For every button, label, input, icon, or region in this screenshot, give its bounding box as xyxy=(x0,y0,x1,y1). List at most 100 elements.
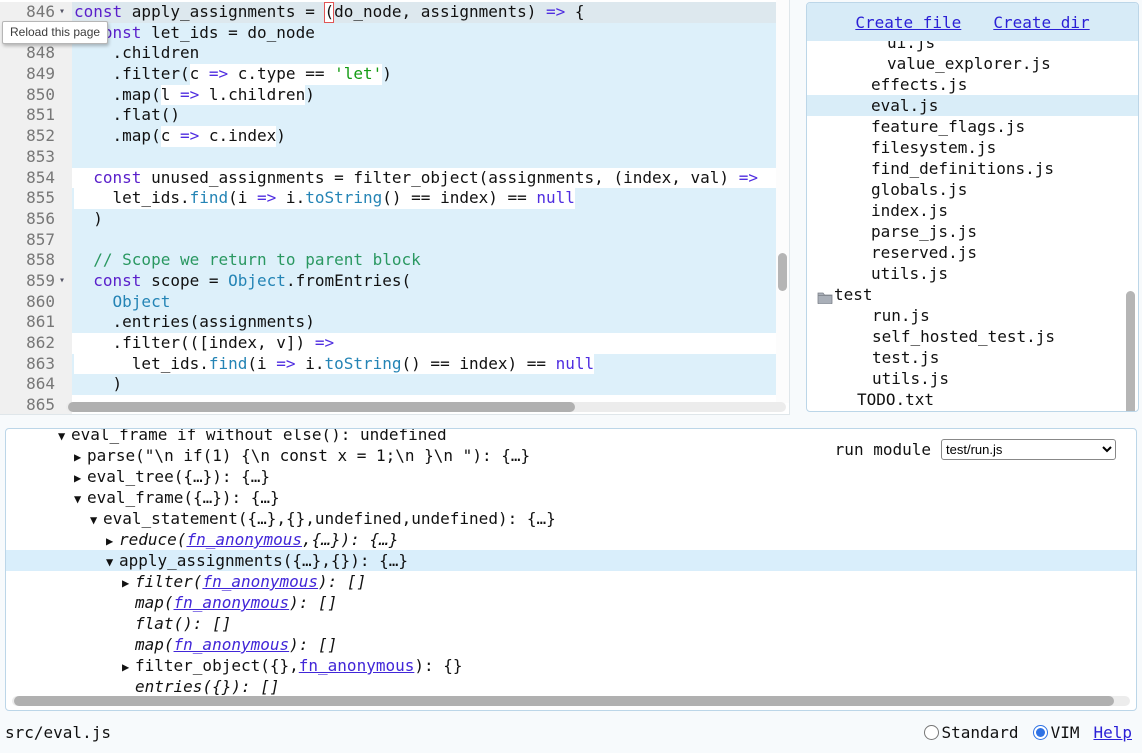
run-module-label: run module xyxy=(835,440,931,459)
code-line[interactable]: 863 let_ids.find(i => i.toString() == in… xyxy=(0,354,789,375)
file-name: parse_js.js xyxy=(871,221,977,242)
code-line[interactable]: 853 xyxy=(0,147,789,168)
create-dir-link[interactable]: Create dir xyxy=(993,13,1089,32)
create-file-link[interactable]: Create file xyxy=(855,13,961,32)
help-link[interactable]: Help xyxy=(1093,723,1132,742)
standard-mode-radio[interactable] xyxy=(924,725,939,740)
code-line[interactable]: 851 .flat() xyxy=(0,105,789,126)
calltree-row[interactable]: entries({}): [] xyxy=(6,676,1136,697)
call-label: eval_statement({…},{},undefined,undefine… xyxy=(103,509,556,528)
file-tree-item[interactable]: run.js xyxy=(807,305,1138,326)
collapsed-arrow-icon[interactable]: ▶ xyxy=(122,573,135,594)
code-line[interactable]: 856 ) xyxy=(0,209,789,230)
file-tree-item[interactable]: globals.js xyxy=(807,179,1138,200)
collapsed-arrow-icon[interactable]: ▶ xyxy=(106,531,119,552)
calltree-panel: ▼eval_frame if without else(): undefined… xyxy=(5,428,1137,711)
calltree-row[interactable]: ▼eval_statement({…},{},undefined,undefin… xyxy=(6,508,1136,529)
calltree-row[interactable]: flat(): [] xyxy=(6,613,1136,634)
collapsed-arrow-icon[interactable]: ▶ xyxy=(74,468,87,489)
file-tree-item[interactable]: effects.js xyxy=(807,74,1138,95)
line-number-gutter: 849 xyxy=(0,64,72,85)
call-label: apply_assignments({…},{}): {…} xyxy=(119,551,408,570)
calltree-horizontal-scrollbar-thumb[interactable] xyxy=(14,696,1114,706)
collapsed-arrow-icon[interactable]: ▶ xyxy=(74,447,87,468)
code-line[interactable]: 847 const let_ids = do_node xyxy=(0,23,789,44)
file-tree-item[interactable]: ui.js xyxy=(807,41,1138,53)
call-label: ): [] xyxy=(289,593,337,612)
call-label: flat(): [] xyxy=(135,614,231,633)
line-number-gutter: 856 xyxy=(0,209,72,230)
call-label: eval_frame({…}): {…} xyxy=(87,488,280,507)
file-name: utils.js xyxy=(871,263,948,284)
fn-anonymous-link[interactable]: fn_anonymous xyxy=(186,530,302,549)
vim-mode-radio[interactable] xyxy=(1033,725,1048,740)
calltree-row[interactable]: map(fn_anonymous): [] xyxy=(6,634,1136,655)
code-line[interactable]: 861 .entries(assignments) xyxy=(0,312,789,333)
code-line[interactable]: 864 ) xyxy=(0,374,789,395)
file-tree-item[interactable]: value_explorer.js xyxy=(807,53,1138,74)
calltree-row[interactable]: ▶eval_tree({…}): {…} xyxy=(6,466,1136,487)
file-tree-item[interactable]: filesystem.js xyxy=(807,137,1138,158)
line-number-gutter: 848 xyxy=(0,43,72,64)
call-label: map( xyxy=(135,593,174,612)
file-tree: ui.jsvalue_explorer.jseffects.jseval.jsf… xyxy=(807,41,1138,412)
fold-arrow-icon[interactable]: ▾ xyxy=(59,2,72,23)
fn-anonymous-link[interactable]: fn_anonymous xyxy=(202,572,318,591)
code-line[interactable]: 848 .children xyxy=(0,43,789,64)
code-line[interactable]: 859▾ const scope = Object.fromEntries( xyxy=(0,271,789,292)
code-line[interactable]: 854 const unused_assignments = filter_ob… xyxy=(0,168,789,189)
expanded-arrow-icon[interactable]: ▼ xyxy=(90,510,103,531)
editor-vertical-scrollbar-thumb[interactable] xyxy=(778,253,787,291)
code-line[interactable]: 849 .filter(c => c.type == 'let') xyxy=(0,64,789,85)
calltree-row[interactable]: ▼apply_assignments({…},{}): {…} xyxy=(6,550,1136,571)
code-line[interactable]: 855 let_ids.find(i => i.toString() == in… xyxy=(0,188,789,209)
file-tree-item[interactable]: parse_js.js xyxy=(807,221,1138,242)
file-tree-item[interactable]: eval.js xyxy=(807,95,1138,116)
fn-anonymous-link[interactable]: fn_anonymous xyxy=(174,635,290,654)
fold-arrow-icon[interactable]: ▾ xyxy=(59,271,72,292)
run-module-select[interactable]: test/run.js xyxy=(941,439,1116,460)
file-tree-item[interactable]: utils.js xyxy=(807,263,1138,284)
file-name: utils.js xyxy=(872,368,949,389)
file-tree-item[interactable]: reserved.js xyxy=(807,242,1138,263)
file-tree-item[interactable]: self_hosted_test.js xyxy=(807,326,1138,347)
editor-horizontal-scrollbar-thumb[interactable] xyxy=(68,402,575,412)
collapsed-arrow-icon[interactable]: ▶ xyxy=(122,657,135,678)
code-line[interactable]: 862 .filter(([index, v]) => xyxy=(0,333,789,354)
fn-anonymous-link[interactable]: fn_anonymous xyxy=(174,593,290,612)
matching-bracket-highlight: ( xyxy=(324,2,334,23)
code-line[interactable]: 860 Object xyxy=(0,292,789,313)
browser-reload-tooltip: Reload this page xyxy=(2,21,108,44)
file-tree-folder[interactable]: test xyxy=(807,284,1138,305)
calltree: ▼eval_frame if without else(): undefined… xyxy=(6,428,1136,697)
expanded-arrow-icon[interactable]: ▼ xyxy=(74,489,87,510)
line-number-gutter: 857 xyxy=(0,230,72,251)
file-tree-item[interactable]: find_definitions.js xyxy=(807,158,1138,179)
code-line[interactable]: 850 .map(l => l.children) xyxy=(0,85,789,106)
standard-mode-option[interactable]: Standard xyxy=(924,723,1019,742)
file-tree-item[interactable]: feature_flags.js xyxy=(807,116,1138,137)
calltree-row[interactable]: ▶filter(fn_anonymous): [] xyxy=(6,571,1136,592)
fn-anonymous-link[interactable]: fn_anonymous xyxy=(299,656,415,675)
calltree-row[interactable]: ▼eval_frame({…}): {…} xyxy=(6,487,1136,508)
calltree-row[interactable]: ▶filter_object({},fn_anonymous): {} xyxy=(6,655,1136,676)
file-tree-scrollbar-thumb[interactable] xyxy=(1126,291,1135,412)
code-editor[interactable]: 846▾const apply_assignments = (do_node, … xyxy=(0,0,790,415)
code-line[interactable]: 858 // Scope we return to parent block xyxy=(0,250,789,271)
calltree-row[interactable]: ▶reduce(fn_anonymous,{…}): {…} xyxy=(6,529,1136,550)
expanded-arrow-icon[interactable]: ▼ xyxy=(58,428,71,447)
file-name: ui.js xyxy=(887,41,935,53)
vim-mode-option[interactable]: VIM xyxy=(1033,723,1080,742)
code-line[interactable]: 846▾const apply_assignments = (do_node, … xyxy=(0,2,789,23)
file-tree-item[interactable]: index.js xyxy=(807,200,1138,221)
file-tree-item[interactable]: TODO.txt xyxy=(807,389,1138,410)
line-number-gutter: 864 xyxy=(0,374,72,395)
code-line[interactable]: 857 xyxy=(0,230,789,251)
expanded-arrow-icon[interactable]: ▼ xyxy=(106,552,119,573)
call-label: reduce( xyxy=(119,530,186,549)
calltree-row[interactable]: map(fn_anonymous): [] xyxy=(6,592,1136,613)
file-tree-item[interactable]: test.js xyxy=(807,347,1138,368)
file-name: filesystem.js xyxy=(871,137,996,158)
file-tree-item[interactable]: utils.js xyxy=(807,368,1138,389)
code-line[interactable]: 852 .map(c => c.index) xyxy=(0,126,789,147)
